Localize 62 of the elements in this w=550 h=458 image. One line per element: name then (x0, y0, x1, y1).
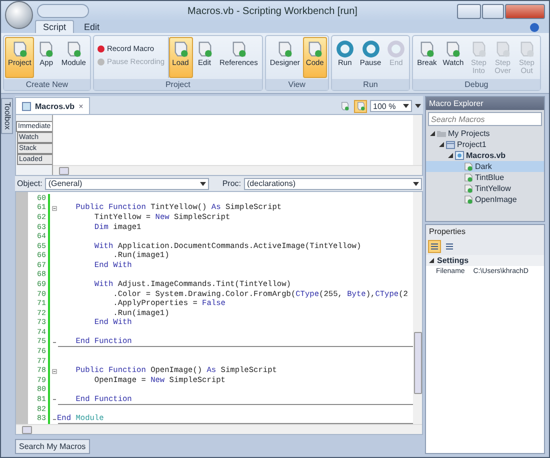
tree-item[interactable]: TintBlue (426, 172, 544, 183)
group-label: Project (94, 79, 262, 90)
round-icon (362, 40, 380, 58)
collapse-icon[interactable] (52, 368, 57, 374)
project-icon (446, 140, 455, 149)
expander-icon[interactable] (429, 258, 434, 263)
document-tab[interactable]: Macros.vb × (15, 97, 90, 114)
dropdown-arrow-icon[interactable] (413, 182, 420, 186)
expander-icon[interactable] (430, 131, 435, 136)
window-title: Macros.vb - Scripting Workbench [run] (186, 6, 358, 16)
tree-item[interactable]: Macros.vb (426, 150, 544, 161)
view-button[interactable] (354, 100, 367, 112)
zoom-combo[interactable]: 100 % (370, 100, 412, 112)
code-editor[interactable] (15, 191, 423, 435)
tree-item[interactable]: TintYellow (426, 183, 544, 194)
collapse-icon[interactable] (52, 206, 57, 211)
list-icon (445, 242, 454, 251)
proc-label: Proc: (222, 179, 242, 188)
property-category[interactable]: Settings (426, 255, 544, 266)
tree-item[interactable]: My Projects (426, 128, 544, 139)
expander-icon[interactable] (448, 153, 453, 158)
panel-title: Properties (429, 227, 466, 236)
file-icon (455, 151, 464, 160)
vertical-scrollbar[interactable] (413, 115, 422, 165)
panel-title: Macro Explorer (429, 99, 484, 108)
maximize-button[interactable] (482, 4, 504, 18)
close-tab-button[interactable]: × (78, 102, 84, 110)
sort-button[interactable] (428, 240, 441, 253)
ribbon-tab[interactable]: Script (35, 20, 74, 33)
group-label: Debug (413, 79, 540, 90)
side-tab[interactable]: Toolbox (1, 98, 13, 134)
tree-item[interactable]: OpenImage (426, 194, 544, 205)
bottom-tab[interactable]: Search My Macros (15, 439, 90, 454)
round-icon (336, 40, 354, 58)
list-icon (430, 242, 439, 251)
proc-combo[interactable]: (declarations) (244, 178, 422, 190)
macro-icon (464, 173, 473, 182)
ribbon-tab[interactable]: Edit (76, 20, 108, 33)
app-menu-orb[interactable] (5, 1, 33, 29)
macro-icon (464, 162, 473, 171)
vertical-scrollbar[interactable] (413, 192, 422, 424)
object-label: Object: (17, 179, 42, 188)
object-combo[interactable]: (General) (45, 178, 210, 190)
round-icon (387, 40, 406, 58)
minimize-button[interactable] (457, 4, 481, 18)
group-label: View (266, 79, 328, 90)
macro-icon (464, 184, 473, 193)
expander-icon[interactable] (439, 142, 444, 147)
tree-item[interactable]: Dark (426, 161, 544, 172)
help-icon[interactable] (530, 22, 539, 32)
close-button[interactable] (505, 4, 545, 18)
search-field[interactable]: Search Macros (428, 112, 542, 126)
group-label: Create New (4, 79, 90, 90)
folder-icon (437, 129, 446, 138)
tree-item[interactable]: Project1 (426, 139, 544, 150)
file-icon (22, 102, 31, 110)
group-label: Run (332, 79, 410, 90)
horizontal-scrollbar[interactable] (16, 424, 422, 434)
dropdown-arrow-icon[interactable] (200, 182, 206, 186)
macro-icon (464, 195, 473, 204)
quick-access-toolbar[interactable] (37, 4, 89, 18)
horizontal-scrollbar[interactable] (53, 165, 422, 175)
